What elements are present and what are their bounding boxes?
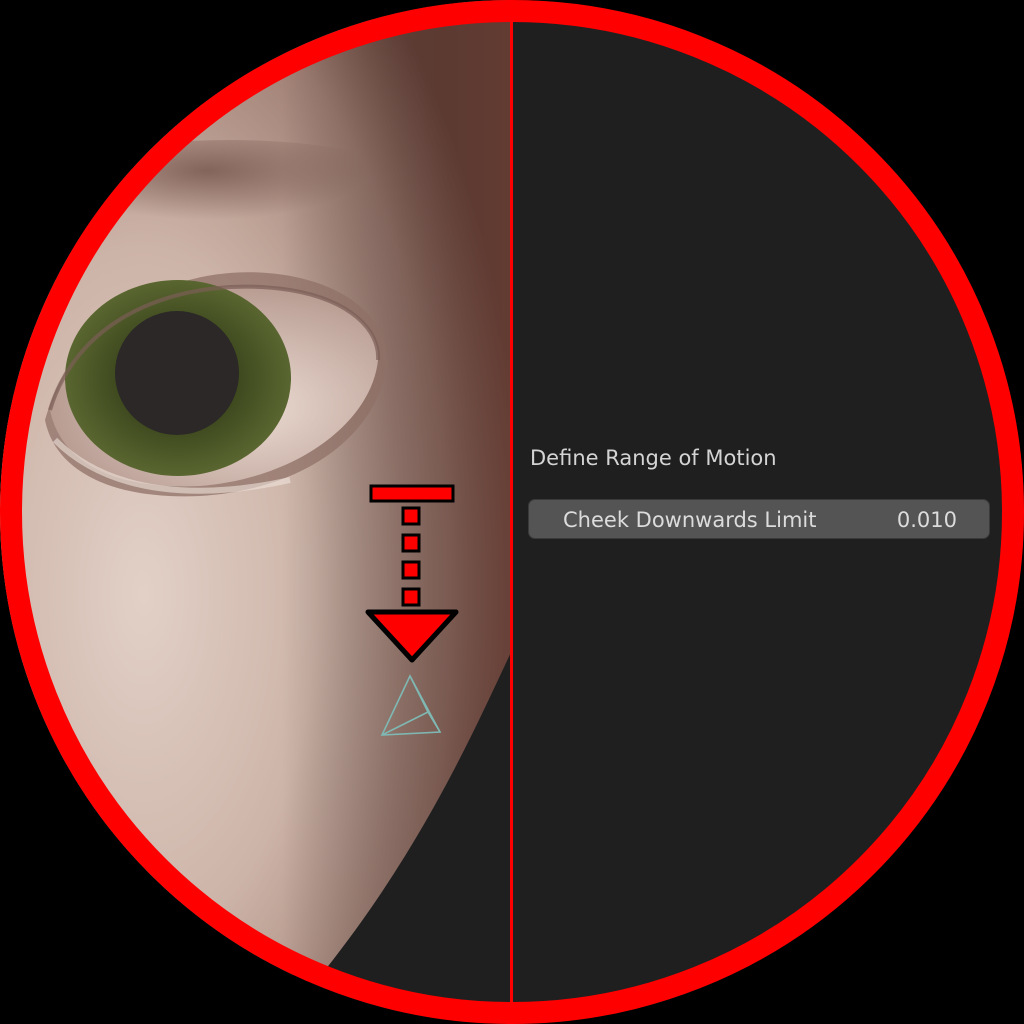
- zoom-lens-stage: Define Range of Motion Cheek Downwards L…: [0, 0, 1024, 1024]
- split-divider: [510, 0, 513, 1024]
- slider-value[interactable]: 0.010: [897, 508, 957, 532]
- cheek-downwards-limit-slider[interactable]: Cheek Downwards Limit 0.010: [528, 499, 990, 539]
- panel-title: Define Range of Motion: [530, 446, 777, 470]
- 3d-viewport[interactable]: [0, 0, 512, 1024]
- face-render: [0, 0, 512, 1024]
- properties-panel: Define Range of Motion Cheek Downwards L…: [512, 0, 1024, 1024]
- zoom-lens: Define Range of Motion Cheek Downwards L…: [0, 0, 1024, 1024]
- slider-label: Cheek Downwards Limit: [563, 508, 817, 532]
